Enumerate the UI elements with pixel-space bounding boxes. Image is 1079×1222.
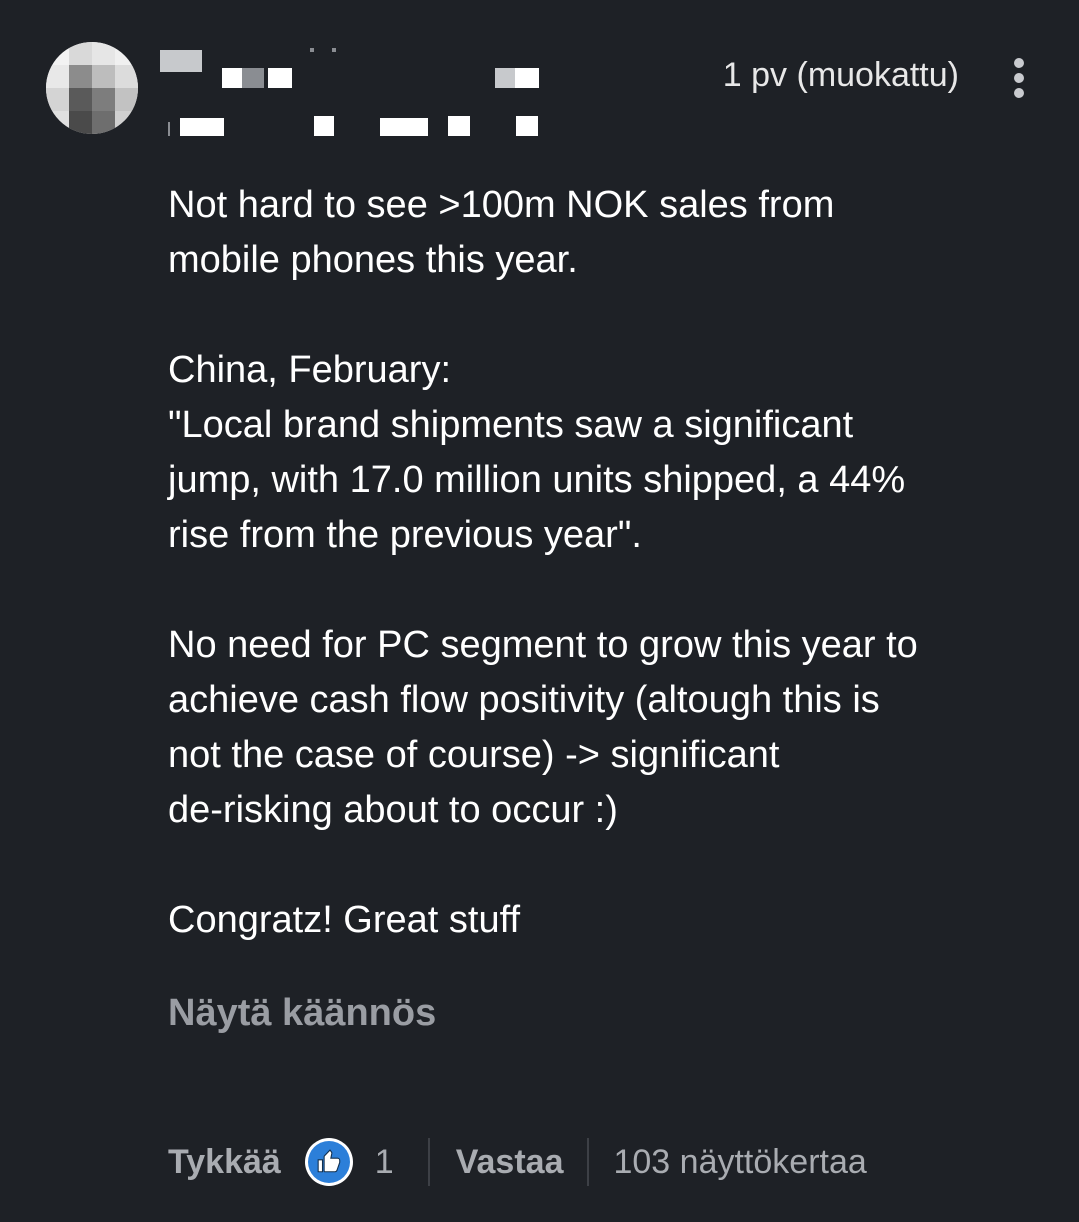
- divider: [587, 1138, 590, 1186]
- avatar-pixel: [92, 88, 115, 111]
- thumbs-up-icon[interactable]: [304, 1138, 353, 1186]
- comment-line: achieve cash flow positivity (altough th…: [168, 679, 880, 721]
- avatar-pixel: [46, 42, 69, 65]
- avatar-pixel: [92, 65, 115, 88]
- avatar-pixel: [46, 88, 69, 111]
- comment-line: jump, with 17.0 million units shipped, a…: [168, 459, 906, 501]
- comment-actions: Tykkää 1 Vastaa 103 näyttökertaa: [168, 1134, 867, 1190]
- avatar-pixel: [69, 42, 92, 65]
- avatar-pixel: [69, 65, 92, 88]
- like-button[interactable]: Tykkää: [168, 1143, 281, 1182]
- comment-line: Congratz! Great stuff: [168, 899, 521, 941]
- avatar-pixel: [69, 111, 92, 134]
- avatar-pixel: [115, 111, 138, 134]
- author-name-redacted[interactable]: [160, 40, 580, 140]
- comment-line: No need for PC segment to grow this year…: [168, 624, 918, 666]
- avatar-pixel: [115, 42, 138, 65]
- more-options-button[interactable]: [1004, 56, 1034, 100]
- comment-body: Not hard to see >100m NOK sales from mob…: [168, 178, 1028, 948]
- avatar-pixel: [92, 42, 115, 65]
- comment-line: "Local brand shipments saw a significant: [168, 404, 854, 446]
- divider: [427, 1138, 430, 1186]
- avatar-pixel: [46, 111, 69, 134]
- comment-line: mobile phones this year.: [168, 239, 578, 281]
- show-translation-link[interactable]: Näytä käännös: [168, 992, 436, 1035]
- comment-line: China, February:: [168, 349, 452, 391]
- avatar[interactable]: [46, 42, 138, 134]
- avatar-pixel: [69, 88, 92, 111]
- comment-line: de-risking about to occur :): [168, 789, 618, 831]
- comment-line: Not hard to see >100m NOK sales from: [168, 184, 835, 226]
- avatar-pixel: [115, 88, 138, 111]
- comment-line: not the case of course) -> significant: [168, 734, 780, 776]
- avatar-pixel: [46, 65, 69, 88]
- comment-line: rise from the previous year".: [168, 514, 642, 556]
- avatar-pixel: [115, 65, 138, 88]
- reply-button[interactable]: Vastaa: [456, 1143, 564, 1182]
- view-count: 103 näyttökertaa: [613, 1142, 867, 1181]
- comment-timestamp: 1 pv (muokattu): [722, 56, 959, 94]
- like-count: 1: [374, 1142, 394, 1181]
- avatar-pixel: [92, 111, 115, 134]
